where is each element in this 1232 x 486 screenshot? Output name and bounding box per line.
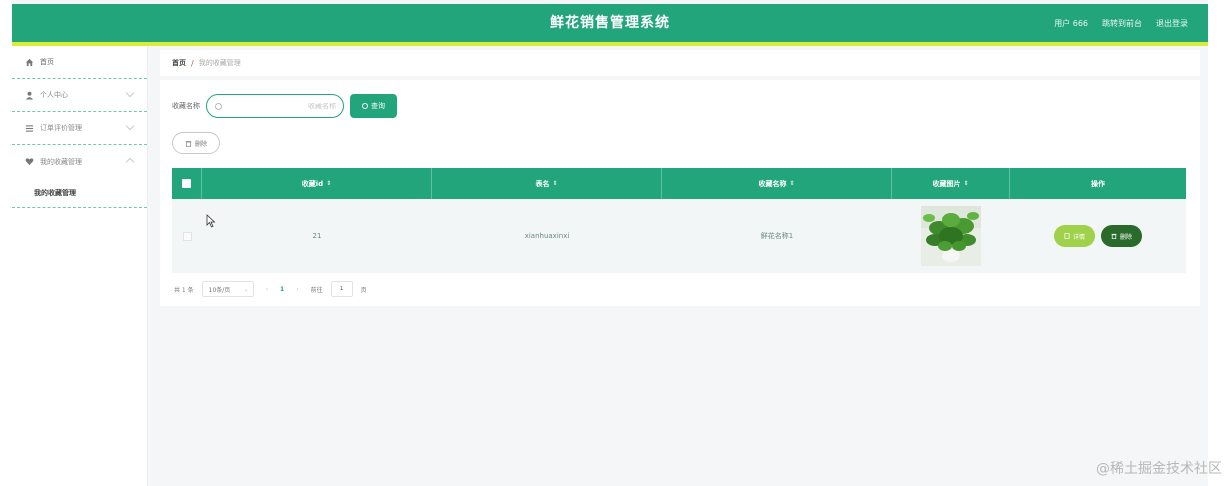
column-header-table-name[interactable]: 表名 ⇕ [432,168,662,199]
column-header-actions: 操作 [1010,168,1186,199]
search-label: 收藏名称 [172,102,200,110]
trash-icon [1111,233,1117,239]
document-icon [1064,233,1070,239]
content-panel: 收藏名称 查询 删除 收藏id ⇕ [160,80,1200,306]
chevron-down-icon: ⌄ [243,285,249,293]
table-header: 收藏id ⇕ 表名 ⇕ 收藏名称 ⇕ 收藏图片 ⇕ 操作 [172,168,1186,199]
column-header-label: 收藏名称 [758,179,787,188]
chevron-up-icon [125,157,135,167]
sort-icon: ⇕ [326,180,332,187]
next-page-icon[interactable]: › [292,286,302,293]
table-row: 21 xianhuaxinxi 鲜花名称1 详情 删除 [172,199,1186,273]
row-actions: 详情 删除 [1053,225,1143,247]
app-title: 鲜花销售管理系统 [550,15,670,31]
user-icon [24,90,34,100]
batch-delete-label: 删除 [194,140,207,148]
breadcrumb: 首页 / 我的收藏管理 [160,50,1200,76]
query-button-label: 查询 [371,102,385,110]
back-to-front-link[interactable]: 跳转到前台 [1102,18,1142,29]
sidebar-item-label: 首页 [40,58,54,66]
sidebar-item-profile[interactable]: 个人中心 [12,79,147,112]
prev-page-icon[interactable]: ‹ [262,286,272,293]
detail-button-label: 详情 [1072,233,1085,241]
goto-label: 前往 [310,286,323,294]
goto-suffix: 页 [360,286,367,294]
row-checkbox[interactable] [182,231,192,241]
home-icon [24,57,34,67]
search-icon [362,103,368,109]
sidebar-subitem-favorites[interactable]: 我的收藏管理 [12,178,147,208]
cell-image [892,199,1010,273]
sort-icon: ⇕ [963,180,969,187]
cell-fav-name: 鲜花名称1 [760,232,794,240]
breadcrumb-separator: / [191,58,194,68]
chevron-down-icon [125,88,135,98]
search-input[interactable] [232,102,336,110]
mouse-cursor-icon [206,214,216,228]
goto-page-input[interactable] [330,281,353,297]
sidebar-item-label: 我的收藏管理 [40,157,82,166]
column-header-label: 收藏id [301,179,324,188]
sidebar-item-label: 订单评价管理 [40,124,82,132]
search-icon [215,102,222,110]
cell-table-name: xianhuaxinxi [524,232,570,240]
sidebar-item-home[interactable]: 首页 [12,46,147,79]
page-size-select[interactable]: 10条/页 ⌄ [201,281,254,297]
row-delete-label: 删除 [1120,233,1133,241]
batch-delete-button[interactable]: 删除 [172,132,220,154]
favorites-table: 收藏id ⇕ 表名 ⇕ 收藏名称 ⇕ 收藏图片 ⇕ 操作 21 xianhuax… [172,168,1186,273]
page-size-value: 10条/页 [208,286,231,294]
user-label: 用户 666 [1054,18,1088,28]
column-header-fav-name[interactable]: 收藏名称 ⇕ [662,168,892,199]
row-select-cell [172,199,202,273]
query-button[interactable]: 查询 [350,94,397,118]
search-box [206,94,344,118]
sidebar-item-favorites[interactable]: 我的收藏管理 [12,145,147,178]
logout-link[interactable]: 退出登录 [1156,18,1188,29]
topbar-accent-line [12,42,1208,46]
search-row: 收藏名称 查询 [172,94,397,118]
top-bar: 鲜花销售管理系统 用户 666 跳转到前台 退出登录 [12,4,1208,42]
sidebar-subitem-label: 我的收藏管理 [34,188,76,197]
breadcrumb-home[interactable]: 首页 [172,58,186,68]
watermark: @稀土掘金技术社区 [1096,461,1222,477]
app-window: 鲜花销售管理系统 用户 666 跳转到前台 退出登录 首页 个人中心 订单评价管… [12,0,1208,486]
column-header-label: 表名 [535,179,550,188]
cell-id: 21 [312,232,322,240]
select-all-cell [172,168,202,199]
column-header-id[interactable]: 收藏id ⇕ [202,168,432,199]
sort-icon: ⇕ [552,180,558,187]
sort-icon: ⇕ [789,180,795,187]
cell-actions: 详情 删除 [1010,199,1186,273]
list-icon [24,123,34,133]
topbar-actions: 用户 666 跳转到前台 退出登录 [1054,4,1188,42]
potted-plant-image[interactable] [921,206,981,266]
chevron-down-icon [125,121,135,131]
sidebar: 首页 个人中心 订单评价管理 我的收藏管理 我的收藏管理 [12,46,148,486]
detail-button[interactable]: 详情 [1053,225,1095,247]
select-all-checkbox[interactable] [182,179,191,188]
page-number[interactable]: 1 [280,286,284,293]
column-header-label: 操作 [1091,179,1105,188]
breadcrumb-current: 我的收藏管理 [198,59,241,67]
column-header-label: 收藏图片 [932,179,961,188]
pager-total: 共 1 条 [174,286,194,294]
sidebar-item-label: 个人中心 [40,91,68,99]
heart-icon [24,157,34,167]
row-delete-button[interactable]: 删除 [1101,225,1143,247]
column-header-image[interactable]: 收藏图片 ⇕ [892,168,1010,199]
pagination: 共 1 条 10条/页 ⌄ ‹ 1 › 前往 页 [174,280,367,298]
trash-icon [185,140,192,147]
sidebar-item-order-reviews[interactable]: 订单评价管理 [12,112,147,145]
